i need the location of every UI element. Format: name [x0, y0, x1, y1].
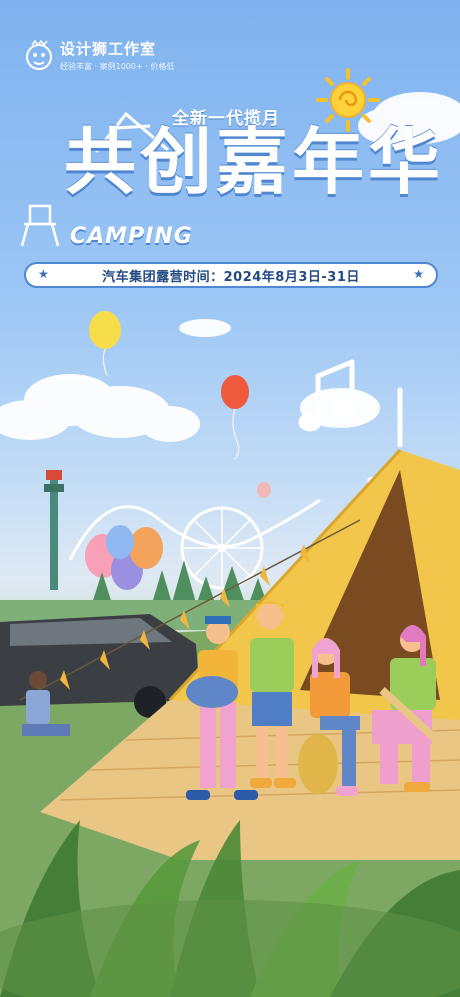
- camping-chair-icon: [20, 204, 60, 247]
- star-icon-left: ★: [38, 267, 49, 281]
- event-poster: 设计狮工作室 经验丰富 · 案例1000+ · 价格低 全新一代揽月 共创嘉年华…: [0, 0, 460, 997]
- brand-name: 设计狮工作室: [60, 40, 157, 58]
- star-icon-right: ★: [413, 267, 424, 281]
- lion-mascot-icon: [26, 39, 52, 70]
- brand-tagline: 经验丰富 · 案例1000+ · 价格低: [60, 62, 175, 71]
- event-date-bar: ★ 汽车集团露营时间：2024年8月3日-31日 ★: [24, 262, 438, 288]
- event-date-text: 汽车集团露营时间：2024年8月3日-31日: [102, 269, 360, 285]
- headline-title: 共创嘉年华: [64, 120, 445, 204]
- brand-logo: 设计狮工作室 经验丰富 · 案例1000+ · 价格低: [24, 38, 174, 72]
- camping-tag: CAMPING: [70, 224, 193, 249]
